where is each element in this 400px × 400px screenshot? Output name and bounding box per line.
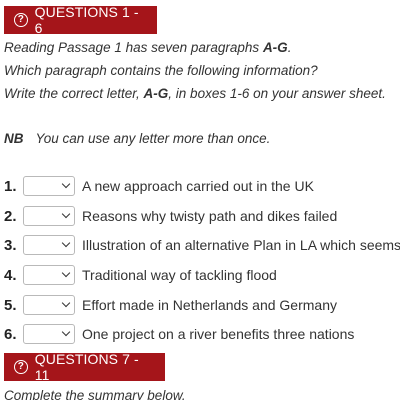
- question-text: One project on a river benefits three na…: [82, 326, 355, 342]
- section-header-label: QUESTIONS 7 - 11: [34, 351, 139, 383]
- question-number: 3.: [4, 236, 17, 254]
- section-header-label: QUESTIONS 1 - 6: [34, 4, 139, 36]
- question-number: 1.: [4, 177, 17, 195]
- question-row-1: 1. A new approach carried out in the UK: [4, 175, 314, 197]
- question-text: A new approach carried out in the UK: [82, 178, 314, 194]
- chevron-down-icon: [61, 179, 71, 189]
- section-header-questions-7-11: ? QUESTIONS 7 - 11: [4, 351, 165, 383]
- answer-select-3[interactable]: [23, 235, 75, 255]
- question-text: Reasons why twisty path and dikes failed: [82, 208, 338, 224]
- instruction-text: .: [287, 40, 292, 55]
- reading-test-page: ? QUESTIONS 1 - 6 Reading Passage 1 has …: [0, 0, 400, 400]
- question-text: Effort made in Netherlands and Germany: [82, 297, 337, 313]
- answer-select-6[interactable]: [23, 324, 75, 344]
- instruction-text: Reading Passage 1 has seven paragraphs: [4, 40, 263, 55]
- question-number: 5.: [4, 296, 17, 314]
- instruction-text: Write the correct letter,: [4, 86, 144, 101]
- help-circle-icon: ?: [14, 13, 28, 27]
- question-number: 4.: [4, 266, 17, 284]
- question-row-2: 2. Reasons why twisty path and dikes fai…: [4, 205, 337, 227]
- question-text: Illustration of an alternative Plan in L…: [82, 237, 400, 253]
- question-row-5: 5. Effort made in Netherlands and German…: [4, 294, 337, 316]
- chevron-down-icon: [61, 268, 71, 278]
- help-circle-icon: ?: [14, 360, 28, 374]
- question-row-3: 3. Illustration of an alternative Plan i…: [4, 234, 400, 256]
- answer-select-4[interactable]: [23, 265, 75, 285]
- chevron-down-icon: [61, 327, 71, 337]
- instruction-bold: A-G: [143, 86, 169, 101]
- instruction-text: , in boxes 1-6 on your answer sheet.: [168, 86, 386, 101]
- nb-text: You can use any letter more than once.: [35, 131, 271, 146]
- instruction-line-2: Which paragraph contains the following i…: [4, 63, 318, 78]
- section-header-questions-1-6: ? QUESTIONS 1 - 6: [4, 4, 157, 36]
- chevron-down-icon: [61, 298, 71, 308]
- nb-label: NB: [4, 131, 24, 146]
- instruction-line-1: Reading Passage 1 has seven paragraphs A…: [4, 40, 291, 55]
- summary-instruction: Complete the summary below.: [4, 388, 186, 400]
- answer-select-1[interactable]: [23, 176, 75, 196]
- answer-select-2[interactable]: [23, 206, 75, 226]
- question-number: 6.: [4, 325, 17, 343]
- question-number: 2.: [4, 207, 17, 225]
- question-row-4: 4. Traditional way of tackling flood: [4, 264, 277, 286]
- chevron-down-icon: [61, 209, 71, 219]
- answer-select-5[interactable]: [23, 295, 75, 315]
- nb-note: NB You can use any letter more than once.: [4, 131, 270, 146]
- question-row-6: 6. One project on a river benefits three…: [4, 323, 354, 345]
- instruction-bold: A-G: [262, 40, 288, 55]
- instruction-line-3: Write the correct letter, A-G, in boxes …: [4, 86, 386, 101]
- question-text: Traditional way of tackling flood: [82, 267, 277, 283]
- chevron-down-icon: [61, 238, 71, 248]
